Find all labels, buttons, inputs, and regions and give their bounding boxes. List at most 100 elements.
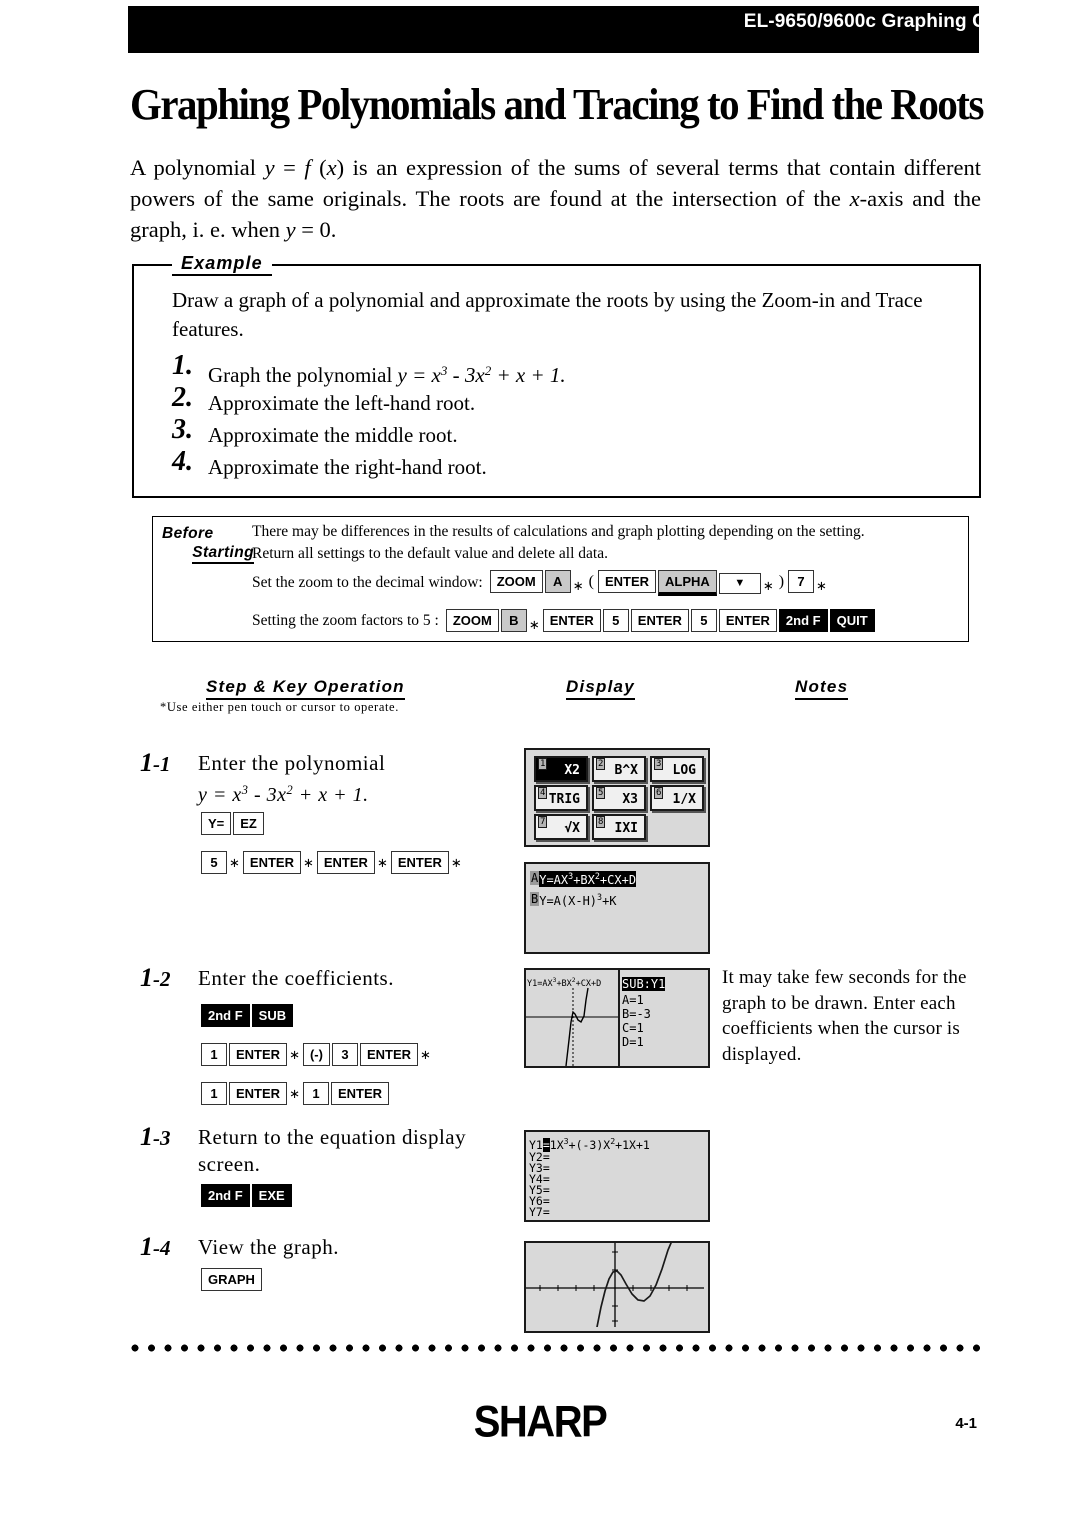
ez-label: √X	[564, 821, 580, 836]
key--button[interactable]: ▼	[718, 573, 761, 594]
key-1-button[interactable]: 1	[201, 1082, 227, 1105]
display-poly-menu: A Y=AX3+BX2+CX+D B Y=A(X-H)3+K	[524, 862, 710, 954]
key-exe-button[interactable]: EXE	[251, 1184, 292, 1207]
example-item-number: 2.	[172, 382, 193, 413]
step-1-4-line1: View the graph.	[198, 1235, 339, 1259]
key-enter-button[interactable]: ENTER	[242, 851, 301, 874]
key-enter-button[interactable]: ENTER	[229, 1043, 288, 1066]
ez-button-5[interactable]: 5 X3	[592, 785, 646, 811]
poly-menu-row-a[interactable]: A Y=AX3+BX2+CX+D	[530, 871, 637, 887]
step-1-3-line1: Return to the equation display	[198, 1125, 467, 1149]
before-key-row-1: Set the zoom to the decimal window: ZOOM…	[252, 570, 829, 596]
step-1-2-keyrow-2[interactable]: 1 ENTER ∗ (-) 3 ENTER ∗	[200, 1043, 433, 1066]
key-enter-button[interactable]: ENTER	[630, 609, 689, 632]
ez-label: IXI	[614, 821, 638, 836]
ez-button-6[interactable]: 6 1/X	[650, 785, 704, 811]
brand-footer: SHARP	[0, 1397, 1080, 1447]
example-item-text: Graph the polynomial	[208, 363, 398, 388]
column-header-display: Display	[566, 677, 635, 700]
key-quit-button[interactable]: QUIT	[829, 609, 875, 632]
key-punctuation: (	[588, 573, 594, 590]
intro-paragraph: A polynomial y = f (x) is an expression …	[130, 155, 981, 242]
ez-button-1[interactable]: 1 X2	[534, 756, 588, 782]
key-zoom-button[interactable]: ZOOM	[445, 609, 499, 632]
intro-text-a: A polynomial	[130, 155, 265, 180]
step-1-2-keyrow-1[interactable]: 2nd F SUB	[200, 1004, 294, 1027]
key-enter-button[interactable]: ENTER	[542, 609, 601, 632]
step-1-2-keyrow-3[interactable]: 1 ENTER ∗ 1 ENTER	[200, 1082, 390, 1105]
before-row1-lead: Set the zoom to the decimal window:	[252, 574, 483, 591]
ez-button-4[interactable]: 4 TRIG	[534, 785, 588, 811]
key-enter-button[interactable]: ENTER	[330, 1082, 390, 1105]
list-item: 4. Approximate the right-hand root.	[172, 447, 942, 484]
key-alpha-button[interactable]: ALPHA	[658, 570, 717, 596]
step-number-1-3: 1-3	[140, 1122, 171, 1151]
key-y-button[interactable]: Y=	[201, 812, 232, 835]
ez-label: X2	[564, 763, 580, 778]
ez-button-8[interactable]: 8 IXI	[592, 814, 646, 840]
step-1-3-keyrow-1[interactable]: 2nd F EXE	[200, 1184, 293, 1207]
key-footnote-marker: ∗	[450, 854, 462, 870]
key-1-button[interactable]: 1	[201, 1043, 227, 1066]
key-b-button[interactable]: B	[500, 609, 527, 632]
before-text-line2: Return all settings to the default value…	[252, 544, 608, 562]
key-footnote-marker: ∗	[229, 854, 240, 870]
key-2nd-f-button[interactable]: 2nd F	[201, 1184, 250, 1207]
equation-row-7: Y7=	[529, 1205, 550, 1219]
key-a-button[interactable]: A	[544, 570, 571, 593]
step-number-1-4: 1-4	[140, 1232, 171, 1261]
key-enter-button[interactable]: ENTER	[359, 1043, 419, 1066]
key-enter-button[interactable]: ENTER	[316, 851, 375, 874]
key-enter-button[interactable]: ENTER	[229, 1082, 288, 1105]
key-graph-button[interactable]: GRAPH	[201, 1268, 262, 1291]
ez-button-2[interactable]: 2 B^X	[592, 756, 646, 782]
key-1-button[interactable]: 1	[302, 1082, 329, 1105]
ez-label: B^X	[614, 763, 638, 778]
poly-row-text: Y=A(X-H)3+K	[539, 892, 617, 908]
key-footnote-marker: ∗	[572, 578, 584, 593]
example-description: Draw a graph of a polynomial and approxi…	[172, 288, 923, 341]
key-5-button[interactable]: 5	[690, 609, 717, 632]
sub-value-a: A=1	[622, 993, 644, 1007]
page-number: 4-1	[955, 1415, 977, 1432]
key--button[interactable]: (-)	[302, 1043, 330, 1066]
example-item-text: Approximate the right-hand root.	[208, 455, 487, 479]
sharp-logo: SHARP	[473, 1397, 608, 1447]
ez-button-3[interactable]: 3 LOG	[650, 756, 704, 782]
ez-label: TRIG	[548, 792, 580, 807]
key-footnote-marker: ∗	[420, 1046, 431, 1062]
key-ez-button[interactable]: EZ	[233, 812, 264, 835]
example-item-number: 3.	[172, 414, 193, 445]
before-row1-keys: ZOOM A ∗(ENTER ALPHA ▼ ∗) 7 ∗	[489, 570, 829, 596]
example-item-text: Approximate the left-hand root.	[208, 391, 476, 415]
key-enter-button[interactable]: ENTER	[390, 851, 449, 874]
key-7-button[interactable]: 7	[788, 570, 815, 593]
poly-menu-row-b[interactable]: B Y=A(X-H)3+K	[530, 892, 617, 908]
key-5-button[interactable]: 5	[602, 609, 629, 632]
header-title: EL-9650/9600c Graphing Calculator	[743, 11, 1066, 32]
eq-y: y	[397, 363, 407, 388]
key-3-button[interactable]: 3	[331, 1043, 358, 1066]
poly-row-text: Y=AX3+BX2+CX+D	[539, 871, 637, 887]
key-zoom-button[interactable]: ZOOM	[489, 570, 543, 593]
ez-button-7[interactable]: 7 √X	[534, 814, 588, 840]
key-enter-button[interactable]: ENTER	[597, 570, 657, 593]
column-header-step: Step & Key Operation	[206, 677, 405, 700]
step-1-4-keyrow-1[interactable]: GRAPH	[200, 1268, 263, 1291]
intro-text-f: = 0.	[295, 217, 337, 242]
page-title: Graphing Polynomials and Tracing to Find…	[130, 80, 984, 129]
step-1-1-keyrow-1[interactable]: Y= EZ	[200, 812, 265, 835]
key-enter-button[interactable]: ENTER	[718, 609, 777, 632]
display-graph-screen	[524, 1241, 710, 1333]
key-sub-button[interactable]: SUB	[251, 1004, 294, 1027]
display-sub-screen: Y1=AX3+BX2+CX+D SUB:Y1 A=1 B=-3 C=1 D=1	[524, 968, 710, 1068]
key-2nd-f-button[interactable]: 2nd F	[201, 1004, 250, 1027]
ez-index: 6	[654, 787, 664, 799]
key-punctuation: )	[778, 573, 785, 590]
step-1-1-keyrow-2[interactable]: 5 ∗ ENTER ∗ ENTER ∗ ENTER ∗	[200, 851, 464, 874]
key-5-button[interactable]: 5	[201, 851, 227, 874]
notes-1-2: It may take few seconds for the graph to…	[722, 967, 967, 1065]
key-2nd-f-button[interactable]: 2nd F	[778, 609, 828, 632]
before-row2-keys: ZOOM B ∗ ENTER 5 ENTER 5 ENTER 2nd F QUIT	[445, 609, 876, 633]
sub-values-pane: SUB:Y1 A=1 B=-3 C=1 D=1	[622, 975, 666, 1049]
